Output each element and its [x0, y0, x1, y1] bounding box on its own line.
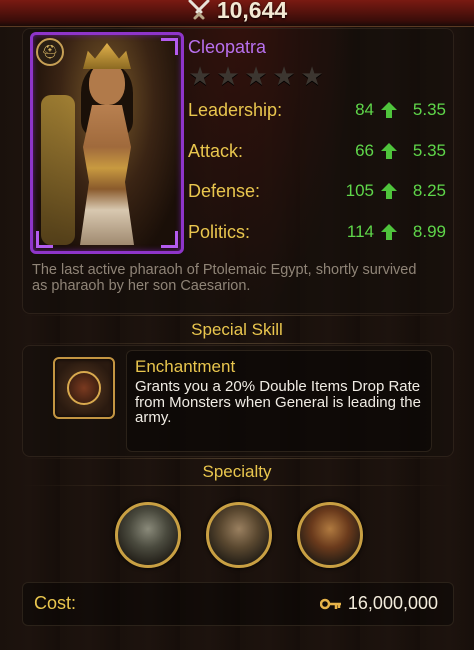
cavalry-icon[interactable]: [206, 502, 272, 568]
stat-attack: Attack: 66 5.35: [188, 140, 448, 162]
general-portrait[interactable]: ⛑: [30, 32, 184, 254]
stat-politics: Politics: 114 8.99: [188, 221, 448, 243]
skill-emblem-icon: [67, 371, 101, 405]
specialty-heading: Specialty: [202, 462, 272, 481]
skill-description: Grants you a 20% Double Items Drop Rate …: [135, 378, 421, 426]
up-arrow-icon: [378, 223, 400, 241]
divider: [22, 315, 452, 316]
power-display: 10,644: [0, 0, 474, 24]
ranged-icon[interactable]: [297, 502, 363, 568]
portrait-staff: [41, 95, 75, 245]
up-arrow-icon: [378, 101, 400, 119]
stat-bonus: 5.35: [412, 141, 446, 160]
helmet-badge-icon: ⛑: [36, 38, 64, 66]
stat-bonus: 8.99: [412, 222, 446, 241]
stat-bonus: 5.35: [412, 100, 446, 119]
general-description: The last active pharaoh of Ptolemaic Egy…: [32, 262, 417, 294]
star-rating: ★ ★ ★ ★ ★: [188, 61, 324, 91]
star-icon: ★: [300, 61, 324, 91]
cost-amount: 16,000,000: [347, 593, 438, 613]
general-name: Cleopatra: [188, 37, 267, 57]
star-icon: ★: [216, 61, 240, 91]
portrait-crown: [83, 43, 131, 69]
stat-value: 66: [355, 141, 374, 160]
cost-value: 16,000,000: [319, 593, 438, 614]
stat-leadership: Leadership: 84 5.35: [188, 99, 448, 121]
stat-bonus: 8.25: [412, 181, 446, 200]
stat-defense: Defense: 105 8.25: [188, 180, 448, 202]
skill-name: Enchantment: [135, 357, 236, 376]
frame-corner: [36, 231, 53, 248]
stat-label: Leadership:: [188, 99, 283, 120]
infantry-icon[interactable]: [115, 502, 181, 568]
stat-value: 114: [346, 222, 374, 241]
power-value: 10,644: [216, 0, 288, 23]
up-arrow-icon: [378, 182, 400, 200]
star-icon: ★: [188, 61, 212, 91]
frame-corner: [161, 38, 178, 55]
stat-value: 84: [355, 100, 374, 119]
cost-label: Cost:: [34, 593, 77, 613]
crossed-swords-icon: [188, 0, 210, 20]
stat-label: Defense:: [188, 180, 261, 201]
stat-label: Politics:: [188, 221, 251, 242]
star-icon: ★: [272, 61, 296, 91]
up-arrow-icon: [378, 142, 400, 160]
key-icon: [319, 598, 341, 609]
divider: [22, 343, 452, 344]
divider: [22, 485, 452, 486]
stat-value: 105: [345, 181, 374, 200]
star-icon: ★: [244, 61, 268, 91]
stat-label: Attack:: [188, 140, 244, 161]
divider: [22, 458, 452, 459]
special-skill-heading: Special Skill: [191, 320, 283, 339]
frame-corner: [161, 231, 178, 248]
enchantment-skill-icon[interactable]: [53, 357, 115, 419]
